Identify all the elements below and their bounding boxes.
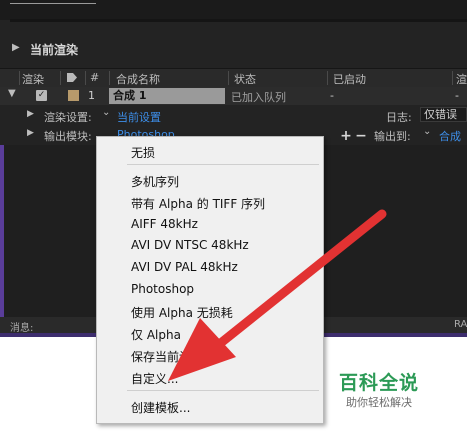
watermark-title: 百科全说 [339, 372, 420, 394]
watermark-subtitle: 助你轻松解决 [346, 396, 412, 409]
watermark: 百科全说 助你轻松解决 [336, 368, 446, 409]
